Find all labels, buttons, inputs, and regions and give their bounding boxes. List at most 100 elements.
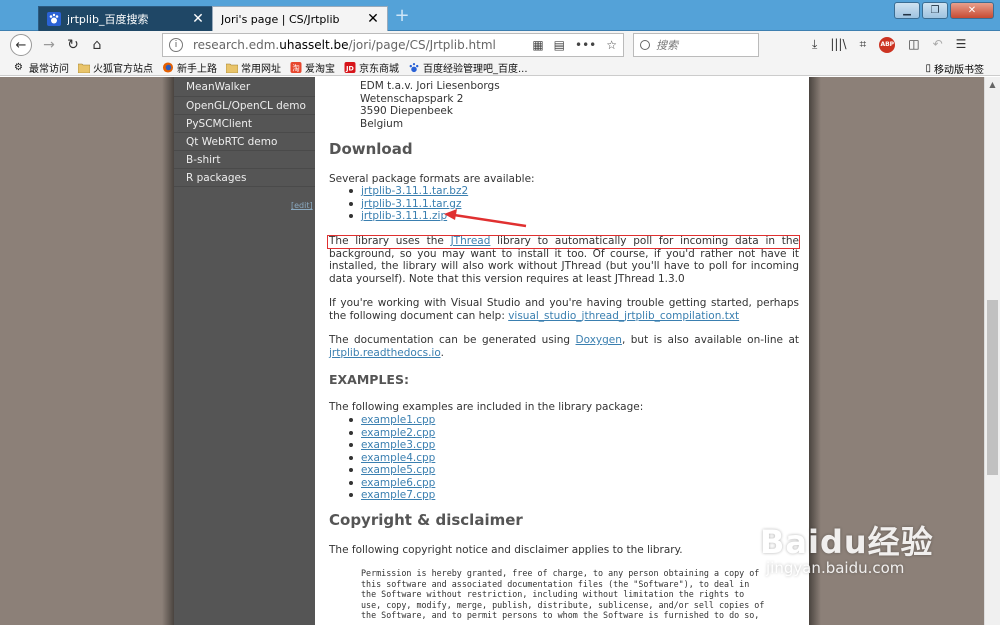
navigation-bar: ← → ↻ ⌂ i research.edm.uhasselt.be/jori/… [0, 31, 1000, 59]
example-link[interactable]: example6.cpp [361, 477, 435, 489]
home-icon[interactable]: ⌂ [86, 34, 108, 56]
sidebar-item-pyscmclient[interactable]: PySCMClient [174, 115, 315, 133]
list-item: example1.cpp [347, 414, 435, 427]
bookmark-item[interactable]: 常用网址 [226, 60, 281, 75]
list-item: example6.cpp [347, 477, 435, 490]
bookmark-item[interactable]: ⚙ 最常访问 [14, 60, 69, 75]
bookmark-item[interactable]: 新手上路 [162, 60, 217, 75]
doxygen-link[interactable]: Doxygen [576, 334, 622, 346]
reader-view-icon[interactable]: ▤ [554, 38, 565, 52]
firefox-icon [162, 61, 174, 73]
vertical-scrollbar[interactable]: ▲ [984, 77, 1000, 625]
address-block: EDM t.a.v. Jori Liesenborgs Wetenschapsp… [360, 80, 500, 130]
example-link[interactable]: example3.cpp [361, 439, 435, 451]
bookmarks-bar: ⚙ 最常访问 火狐官方站点 新手上路 常用网址 淘爱淘宝 JD 京东商城 百度经验管… [0, 59, 1000, 76]
copyright-intro: The following copyright notice and discl… [329, 544, 683, 556]
sidebar-toggle-icon[interactable]: ◫ [908, 37, 919, 53]
bookmark-item[interactable]: 百度经验管理吧_百度... [408, 60, 528, 75]
download-icon[interactable]: ⤓ [812, 37, 817, 53]
gear-icon: ⚙ [14, 61, 23, 73]
minimize-icon[interactable]: ▁ [894, 2, 920, 19]
library-icon[interactable]: |||\ [830, 37, 846, 53]
annotation-arrow-icon [444, 209, 527, 228]
bookmark-star-icon[interactable]: ☆ [606, 38, 617, 52]
search-input[interactable] [656, 38, 746, 52]
examples-intro: The following examples are included in t… [329, 401, 644, 413]
list-item: example7.cpp [347, 489, 435, 502]
tab-jrtplib[interactable]: Jori's page | CS/Jrtplib ✕ [212, 6, 388, 31]
example-link[interactable]: example2.cpp [361, 427, 435, 439]
search-box[interactable] [633, 33, 759, 57]
svg-text:淘: 淘 [292, 63, 299, 72]
bookmark-item[interactable]: 淘爱淘宝 [290, 60, 335, 75]
list-item: example2.cpp [347, 427, 435, 440]
forward-arrow-icon[interactable]: → [38, 34, 60, 56]
baidu-jingyan-watermark: Baidu经验 jingyan.baidu.com [760, 517, 934, 577]
back-arrow-icon[interactable]: ← [10, 34, 32, 56]
reload-icon[interactable]: ↻ [62, 34, 84, 56]
jd-icon: JD [344, 61, 356, 73]
list-item: example4.cpp [347, 452, 435, 465]
close-window-icon[interactable]: ✕ [950, 2, 994, 19]
folder-icon [78, 63, 90, 73]
folder-icon [226, 63, 238, 73]
visual-studio-paragraph: If you're working with Visual Studio and… [329, 297, 799, 322]
package-link-zip[interactable]: jrtplib-3.11.1.zip [361, 210, 447, 222]
package-link-bz2[interactable]: jrtplib-3.11.1.tar.bz2 [361, 185, 468, 197]
screenshot-crop-icon[interactable]: ⌗ [859, 37, 866, 53]
mobile-phone-icon: ▯ [925, 63, 931, 74]
bookmark-item[interactable]: JD 京东商城 [344, 60, 399, 75]
sidebar-item-qt-webrtc[interactable]: Qt WebRTC demo [174, 133, 315, 151]
watermark-logo: Baidu经验 [760, 523, 934, 561]
title-bar: jrtplib_百度搜索 ✕ Jori's page | CS/Jrtplib … [0, 0, 1000, 31]
list-item: jrtplib-3.11.1.tar.bz2 [347, 185, 468, 198]
example-link[interactable]: example5.cpp [361, 464, 435, 476]
tab-label: Jori's page | CS/Jrtplib [221, 12, 340, 26]
vs-compilation-doc-link[interactable]: visual_studio_jthread_jrtplib_compilatio… [508, 310, 739, 322]
sidebar-item-r-packages[interactable]: R packages [174, 169, 315, 187]
sidebar-edit-link[interactable]: [edit] [291, 201, 313, 210]
copyright-heading: Copyright & disclaimer [329, 511, 523, 529]
baidu-paw-icon [409, 62, 419, 72]
list-item: example5.cpp [347, 464, 435, 477]
undo-icon[interactable]: ↶ [933, 37, 943, 53]
tab-close-icon[interactable]: ✕ [365, 11, 381, 27]
restore-icon[interactable]: ❐ [922, 2, 948, 19]
hamburger-menu-icon[interactable]: ☰ [956, 37, 967, 53]
scroll-thumb[interactable] [987, 300, 998, 475]
url-bar[interactable]: i research.edm.uhasselt.be/jori/page/CS/… [162, 33, 624, 57]
example-link[interactable]: example4.cpp [361, 452, 435, 464]
sidebar-item-b-shirt[interactable]: B-shirt [174, 151, 315, 169]
taobao-icon: 淘 [290, 61, 302, 73]
tab-label: jrtplib_百度搜索 [67, 13, 149, 26]
tab-baidu-search[interactable]: jrtplib_百度搜索 ✕ [38, 6, 213, 31]
qr-code-icon[interactable]: ▦ [532, 38, 543, 52]
documentation-paragraph: The documentation can be generated using… [329, 334, 799, 359]
more-actions-icon[interactable]: ••• [575, 38, 596, 52]
site-info-icon[interactable]: i [169, 38, 183, 52]
adblock-plus-icon[interactable]: ABP [879, 37, 896, 53]
annotation-highlight-box [327, 235, 800, 249]
download-heading: Download [329, 140, 413, 158]
main-content: EDM t.a.v. Jori Liesenborgs Wetenschapsp… [315, 77, 809, 625]
sidebar-item-opengl[interactable]: OpenGL/OpenCL demo [174, 97, 315, 115]
new-tab-plus-icon[interactable]: + [392, 6, 412, 26]
list-item: example3.cpp [347, 439, 435, 452]
window-controls: ▁ ❐ ✕ [894, 2, 994, 19]
examples-list: example1.cpp example2.cpp example3.cpp e… [347, 414, 435, 502]
mobile-bookmarks[interactable]: ▯ 移动版书签 [925, 61, 984, 76]
bookmark-item[interactable]: 火狐官方站点 [78, 60, 153, 75]
page-sidebar: MeanWalker OpenGL/OpenCL demo PySCMClien… [174, 77, 315, 625]
search-icon [640, 40, 650, 50]
scroll-up-arrow-icon[interactable]: ▲ [985, 77, 1000, 92]
examples-heading: EXAMPLES: [329, 372, 409, 387]
example-link[interactable]: example1.cpp [361, 414, 435, 426]
sidebar-item-meanwalker[interactable]: MeanWalker [174, 77, 315, 97]
tab-close-icon[interactable]: ✕ [190, 11, 206, 27]
example-link[interactable]: example7.cpp [361, 489, 435, 501]
url-text: research.edm.uhasselt.be/jori/page/CS/Jr… [193, 38, 496, 52]
baidu-favicon-icon [47, 12, 61, 26]
svg-text:JD: JD [345, 64, 354, 72]
download-intro: Several package formats are available: [329, 173, 535, 185]
readthedocs-link[interactable]: jrtplib.readthedocs.io [329, 347, 441, 359]
